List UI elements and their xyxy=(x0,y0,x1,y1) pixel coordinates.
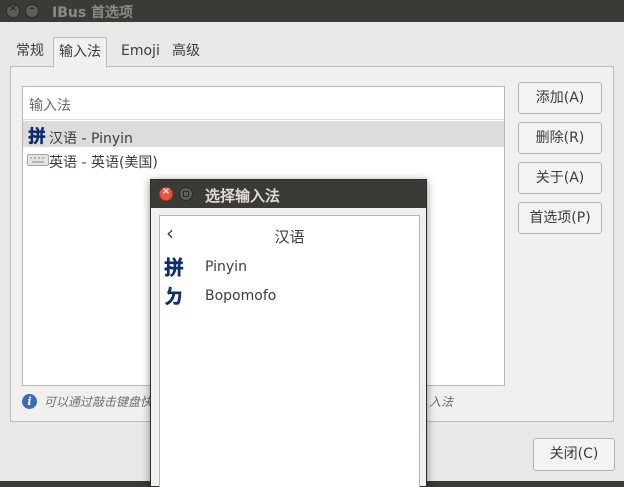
list-item[interactable]: 拼 汉语 - Pinyin xyxy=(23,121,504,147)
tab-input-method[interactable]: 输入法 xyxy=(53,37,107,68)
dialog-maximize-button[interactable] xyxy=(179,187,193,201)
minimize-icon: – xyxy=(29,3,35,14)
window-titlebar[interactable]: × – IBus 首选项 xyxy=(0,0,624,22)
close-icon: × xyxy=(161,186,171,197)
add-button[interactable]: 添加(A) xyxy=(518,82,602,114)
svg-text:拼: 拼 xyxy=(164,256,183,278)
input-method-choices[interactable]: 汉语 ‹ 拼 Pinyin ㄉ Bopomofo xyxy=(159,215,420,487)
list-item[interactable]: 拼 Pinyin xyxy=(160,254,419,282)
window-title: IBus 首选项 xyxy=(52,5,134,21)
close-icon: × xyxy=(8,3,18,14)
tab-advanced[interactable]: 高级 xyxy=(167,37,205,67)
list-item-label: Pinyin xyxy=(205,259,247,275)
list-item-label: 汉语 - Pinyin xyxy=(49,131,133,147)
list-item[interactable]: ㄉ Bopomofo xyxy=(160,283,419,311)
list-item[interactable]: 英语 - 英语(美国) xyxy=(23,147,504,173)
svg-text:ㄉ: ㄉ xyxy=(164,286,183,307)
preferences-button[interactable]: 首选项(P) xyxy=(518,202,602,234)
keyboard-icon xyxy=(27,153,49,171)
select-input-method-dialog: × 选择输入法 汉语 ‹ 拼 Pinyin ㄉ Bopomofo xyxy=(150,179,427,487)
remove-button[interactable]: 删除(R) xyxy=(518,122,602,154)
dialog-title: 选择输入法 xyxy=(205,187,281,205)
pinyin-icon: 拼 xyxy=(163,256,185,282)
tab-emoji[interactable]: Emoji xyxy=(116,37,165,67)
dialog-titlebar[interactable]: × 选择输入法 xyxy=(151,180,426,208)
svg-text:拼: 拼 xyxy=(29,126,46,146)
close-button[interactable]: 关闭(C) xyxy=(533,438,615,471)
tab-general[interactable]: 常规 xyxy=(11,37,49,67)
dialog-close-button[interactable]: × xyxy=(159,186,173,201)
bopomofo-icon: ㄉ xyxy=(163,285,185,311)
info-icon: i xyxy=(22,394,37,409)
language-group-title: 汉语 xyxy=(274,228,305,246)
window-minimize-button[interactable]: – xyxy=(25,3,39,18)
hint-text: 可以通过敲击键盘快 xyxy=(44,395,153,409)
window-close-button[interactable]: × xyxy=(6,3,20,18)
list-item-label: Bopomofo xyxy=(205,288,277,304)
back-arrow-icon[interactable]: ‹ xyxy=(166,222,174,244)
list-item-label: 英语 - 英语(美国) xyxy=(49,155,158,171)
list-header: 输入法 xyxy=(23,87,504,120)
maximize-icon xyxy=(183,191,189,197)
hint-text-tail: 入法 xyxy=(429,395,454,409)
about-button[interactable]: 关于(A) xyxy=(518,162,602,194)
